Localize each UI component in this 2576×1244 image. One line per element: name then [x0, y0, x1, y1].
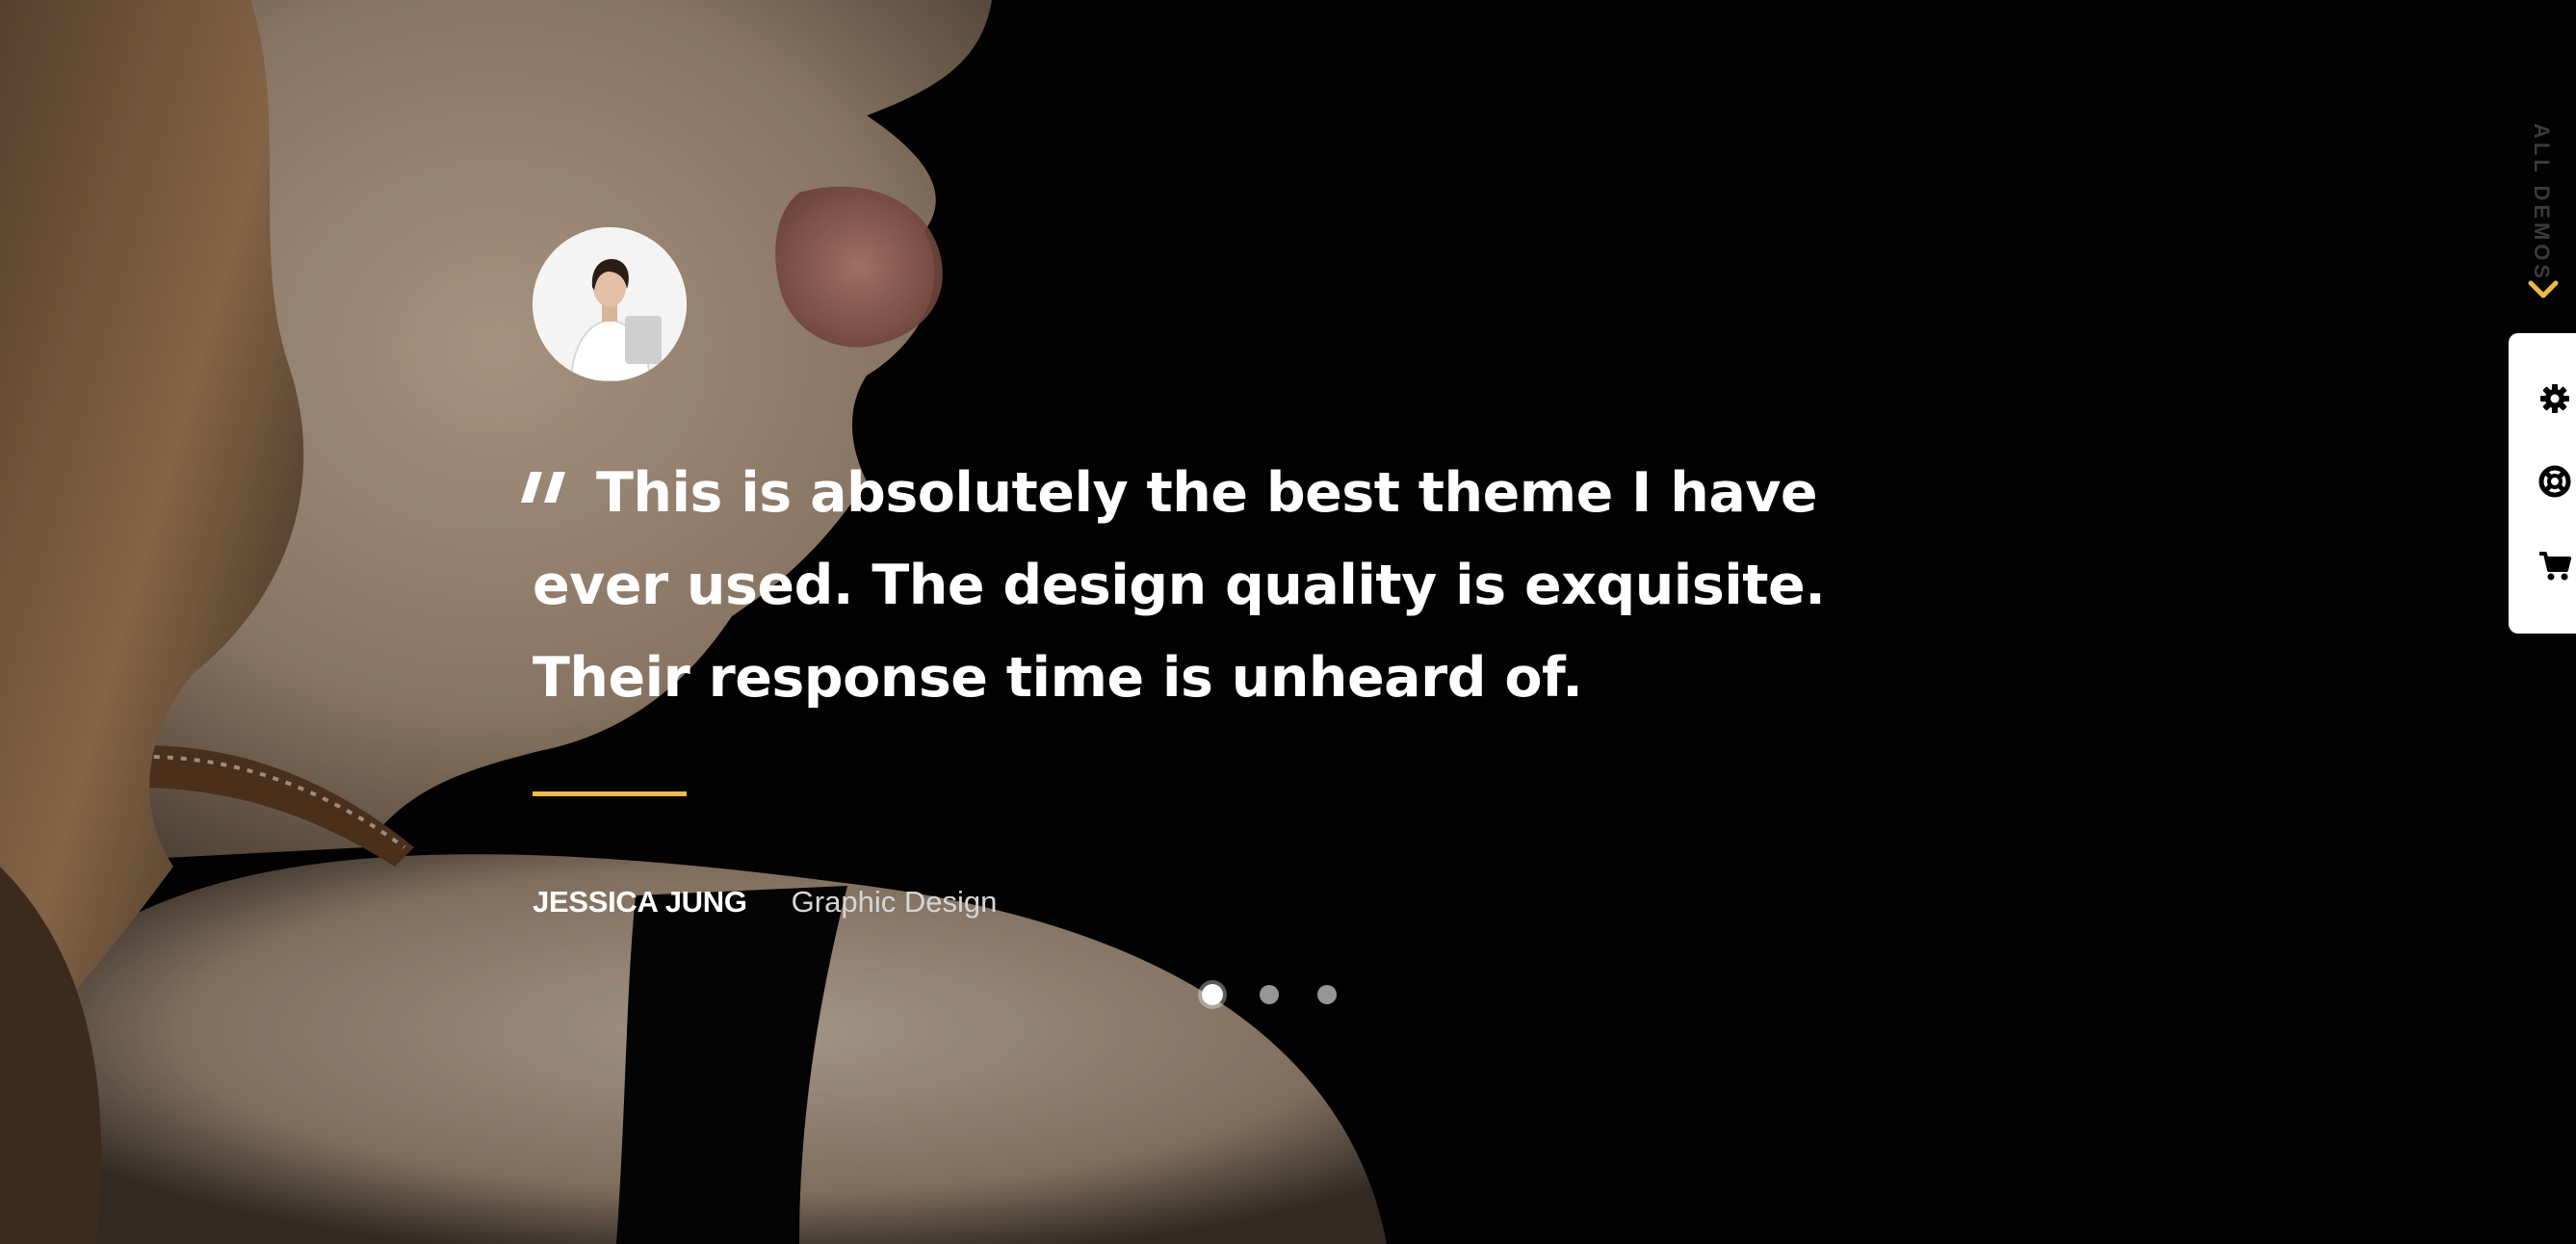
testimonial-card: This is absolutely the best theme I have… — [521, 227, 1977, 920]
author-avatar — [533, 227, 687, 381]
author-role: Graphic Design — [791, 885, 998, 919]
testimonial-quote: This is absolutely the best theme I have… — [533, 461, 1826, 710]
slider-pagination — [1202, 984, 1375, 1005]
all-demos-label: ALL DEMOS — [2530, 123, 2554, 283]
author-info: JESSICA JUNG Graphic Design — [533, 885, 1977, 920]
slider-dot-2[interactable] — [1260, 985, 1279, 1004]
side-toolbar — [2509, 333, 2576, 634]
slider-dot-1[interactable] — [1202, 984, 1223, 1005]
cart-button[interactable] — [2537, 549, 2572, 583]
quote-block: This is absolutely the best theme I have… — [521, 447, 1977, 724]
support-button[interactable] — [2537, 464, 2572, 499]
accent-divider — [533, 791, 687, 796]
testimonial-section: This is absolutely the best theme I have… — [0, 0, 2576, 1244]
cart-icon — [2539, 552, 2571, 581]
lifebuoy-icon — [2538, 465, 2571, 498]
settings-button[interactable] — [2537, 381, 2572, 416]
author-name: JESSICA JUNG — [533, 885, 747, 919]
slider-dot-3[interactable] — [1317, 985, 1337, 1004]
gear-icon — [2540, 384, 2569, 413]
all-demos-toggle[interactable]: ALL DEMOS — [2528, 123, 2559, 316]
quote-icon — [521, 472, 565, 503]
chevron-down-icon — [2528, 280, 2559, 298]
